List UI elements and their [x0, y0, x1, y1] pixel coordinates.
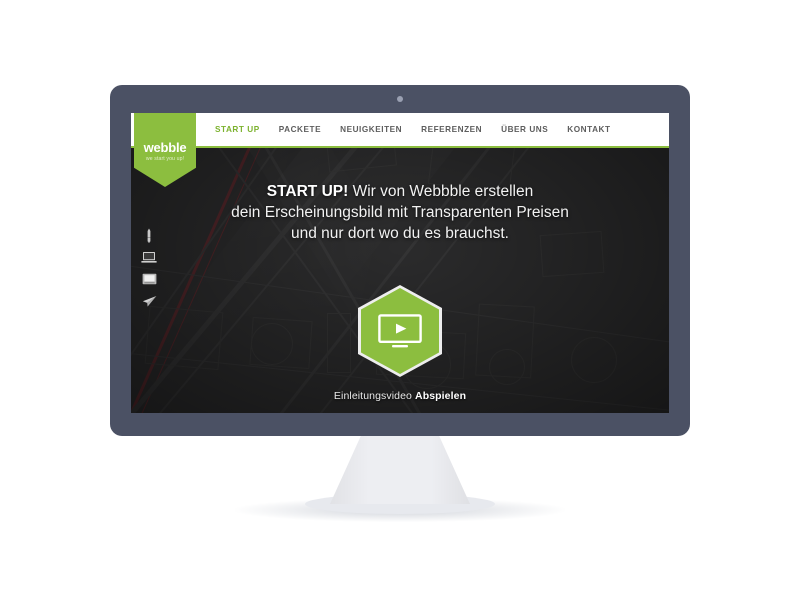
- monitor-screen: START UP PACKETE NEUIGKEITEN REFERENZEN …: [131, 113, 669, 413]
- desktop-icon[interactable]: [141, 272, 157, 287]
- primary-navigation: START UP PACKETE NEUIGKEITEN REFERENZEN …: [215, 113, 611, 146]
- hero-headline-line-1-rest: Wir von Webbble erstellen: [348, 183, 534, 200]
- navbar-accent-underline: [131, 146, 669, 148]
- logo-tagline: we start you up!: [145, 156, 185, 162]
- paper-plane-icon[interactable]: [141, 294, 157, 309]
- laptop-icon[interactable]: [141, 250, 157, 265]
- pen-icon[interactable]: [141, 228, 157, 243]
- nav-item-ueber-uns[interactable]: ÜBER UNS: [501, 125, 548, 134]
- hero-headline: START UP! Wir von Webbble erstellen dein…: [131, 181, 669, 244]
- nav-item-packete[interactable]: PACKETE: [279, 125, 321, 134]
- hero-headline-line-1: START UP! Wir von Webbble erstellen: [131, 181, 669, 202]
- play-video-hexagon[interactable]: [358, 285, 442, 377]
- video-caption-prefix: Einleitungsvideo: [333, 390, 412, 402]
- monitor-stand-neck-shading: [330, 436, 470, 504]
- logo-wordmark: webble: [143, 140, 187, 155]
- hero-headline-strong: START UP!: [266, 183, 349, 200]
- nav-item-kontakt[interactable]: KONTAKT: [567, 125, 610, 134]
- webcam-dot: [397, 96, 403, 102]
- screen-side-icon-rail: [137, 228, 161, 309]
- monitor-play-icon: [378, 314, 422, 348]
- screenshot-stage: START UP PACKETE NEUIGKEITEN REFERENZEN …: [0, 0, 800, 600]
- hero-headline-line-3: und nur dort wo du es brauchst.: [291, 225, 509, 242]
- video-caption-action[interactable]: Abspielen: [415, 390, 466, 402]
- nav-item-start-up[interactable]: START UP: [215, 125, 260, 134]
- nav-item-referenzen[interactable]: REFERENZEN: [421, 125, 482, 134]
- nav-item-neuigkeiten[interactable]: NEUIGKEITEN: [340, 125, 402, 134]
- hero-headline-line-2: dein Erscheinungsbild mit Transparenten …: [231, 204, 569, 221]
- video-caption[interactable]: Einleitungsvideo Abspielen: [131, 390, 669, 402]
